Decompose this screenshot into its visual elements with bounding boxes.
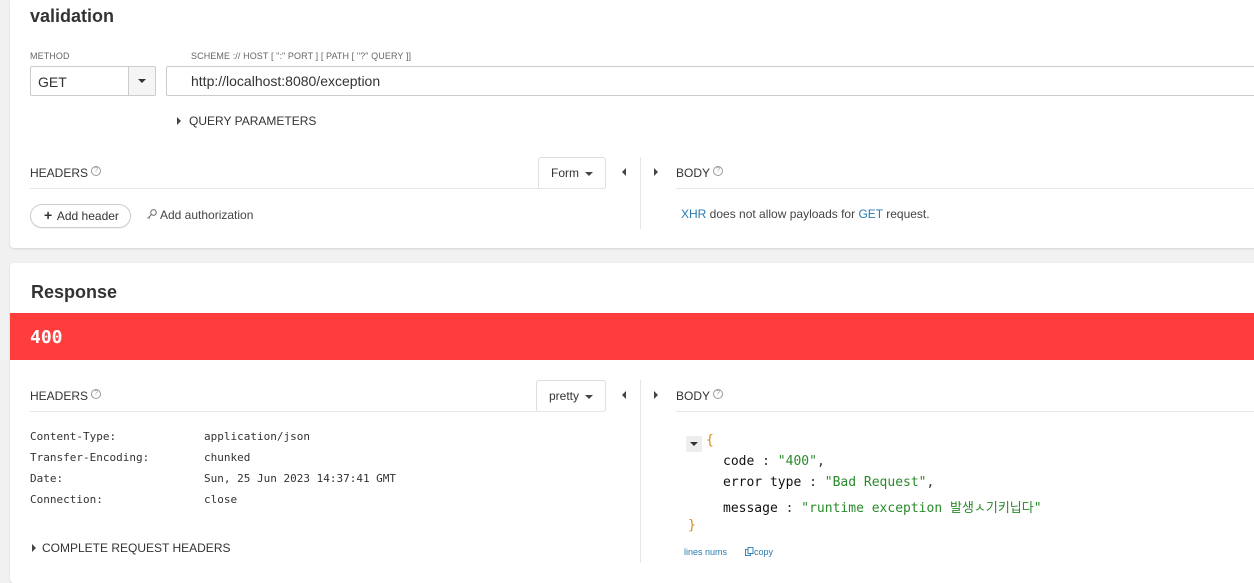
response-header-row: Connection: close: [30, 493, 237, 506]
response-body-label: BODY: [676, 389, 711, 403]
divider: [676, 188, 1254, 189]
headers-format-label: Form: [551, 166, 579, 180]
query-parameters-toggle[interactable]: QUERY PARAMETERS: [177, 114, 316, 128]
header-name: Transfer-Encoding:: [30, 451, 150, 464]
json-value: "runtime exception 발생ㅅ기키닙다": [801, 501, 1042, 516]
request-panel: validation METHOD SCHEME :// HOST [ ":" …: [10, 0, 1254, 248]
add-authorization-link[interactable]: Add authorization: [146, 208, 253, 222]
json-close-brace: }: [688, 518, 696, 533]
response-headers-label: HEADERS: [30, 389, 89, 403]
xhr-link[interactable]: XHR: [681, 207, 706, 221]
status-bar: 400: [10, 313, 1254, 360]
help-icon[interactable]: ?: [91, 389, 102, 399]
body-note: XHR does not allow payloads for GET requ…: [681, 207, 930, 221]
json-comma: ,: [816, 454, 825, 469]
status-code: 400: [30, 327, 63, 348]
query-parameters-label: QUERY PARAMETERS: [189, 114, 317, 128]
complete-request-headers-label: COMPLETE REQUEST HEADERS: [42, 541, 231, 555]
help-icon[interactable]: ?: [713, 166, 724, 176]
response-panel: Response 400 HEADERS? pretty Content-Typ…: [10, 263, 1254, 583]
url-format-label: SCHEME :// HOST [ ":" PORT ] [ PATH [ "?…: [191, 51, 412, 61]
method-select[interactable]: GET: [30, 66, 156, 96]
body-note-end: request.: [882, 207, 930, 221]
divider: [30, 411, 604, 412]
brace: }: [688, 518, 696, 533]
body-note-text: does not allow payloads for: [706, 207, 859, 221]
copy-button[interactable]: copy: [745, 547, 773, 557]
request-headers-label: HEADERS: [30, 166, 89, 180]
help-icon[interactable]: ?: [91, 166, 102, 176]
vertical-divider: [640, 380, 641, 563]
json-row: code : "400",: [723, 454, 825, 469]
plus-icon: +: [44, 207, 53, 223]
headers-format-dropdown[interactable]: Form: [538, 157, 606, 189]
brace: {: [706, 433, 714, 448]
expand-right-icon[interactable]: [654, 168, 658, 176]
json-row: message : "runtime exception 발생ㅅ기키닙다": [723, 501, 1042, 516]
request-body-heading: BODY?: [676, 166, 724, 180]
add-header-label: Add header: [56, 209, 119, 223]
response-body-heading: BODY?: [676, 389, 724, 403]
help-icon[interactable]: ?: [713, 389, 724, 399]
chevron-down-icon: [585, 171, 593, 176]
json-open-brace: {: [706, 433, 714, 448]
get-link[interactable]: GET: [858, 207, 882, 221]
request-title: validation: [30, 6, 115, 26]
json-key: error type: [723, 475, 802, 490]
add-authorization-label: Add authorization: [160, 208, 254, 222]
url-input[interactable]: [166, 66, 1254, 96]
response-header-row: Content-Type: application/json: [30, 430, 310, 443]
method-value: GET: [38, 74, 67, 90]
header-name: Date:: [30, 472, 64, 485]
divider: [676, 411, 1254, 412]
headers-view-label: pretty: [549, 389, 580, 403]
json-collapse-toggle[interactable]: [686, 436, 702, 452]
collapse-left-icon[interactable]: [622, 391, 626, 399]
method-label: METHOD: [30, 51, 70, 61]
chevron-down-icon: [690, 442, 698, 446]
key-icon: [147, 209, 157, 219]
complete-request-headers-toggle[interactable]: COMPLETE REQUEST HEADERS: [32, 541, 230, 555]
json-row: error type : "Bad Request",: [723, 475, 935, 490]
json-key: message: [723, 501, 778, 516]
header-value: close: [204, 493, 238, 506]
expand-right-icon[interactable]: [654, 391, 658, 399]
caret-right-icon: [32, 544, 36, 552]
lines-nums-toggle[interactable]: lines nums: [684, 547, 727, 557]
json-value: "Bad Request": [824, 475, 927, 490]
header-value: chunked: [204, 451, 251, 464]
headers-view-dropdown[interactable]: pretty: [536, 380, 607, 412]
divider: [30, 188, 604, 189]
vertical-divider: [640, 157, 641, 229]
chevron-down-icon: [138, 79, 146, 83]
copy-label: copy: [754, 547, 774, 557]
response-header-row: Transfer-Encoding: chunked: [30, 451, 250, 464]
request-headers-heading: HEADERS?: [30, 166, 102, 180]
json-value: "400": [777, 454, 817, 469]
response-headers-heading: HEADERS?: [30, 389, 102, 403]
header-value: Sun, 25 Jun 2023 14:37:41 GMT: [204, 472, 397, 485]
chevron-down-icon: [585, 394, 594, 399]
json-comma: ,: [926, 475, 935, 490]
header-value: application/json: [204, 430, 310, 443]
request-body-label: BODY: [676, 166, 711, 180]
add-header-button[interactable]: + Add header: [30, 204, 131, 228]
caret-right-icon: [177, 117, 181, 125]
copy-icon: [745, 547, 754, 556]
collapse-left-icon[interactable]: [622, 168, 626, 176]
header-name: Connection:: [30, 493, 103, 506]
json-key: code: [723, 454, 755, 469]
response-title: Response: [31, 282, 118, 302]
response-header-row: Date: Sun, 25 Jun 2023 14:37:41 GMT: [30, 472, 396, 485]
method-dropdown-toggle[interactable]: [128, 67, 155, 95]
header-name: Content-Type:: [30, 430, 117, 443]
